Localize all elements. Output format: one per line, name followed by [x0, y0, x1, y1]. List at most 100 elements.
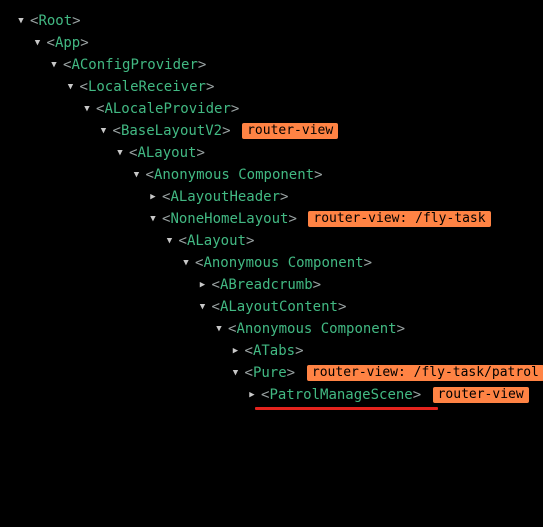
component-tag: <Anonymous Component>	[228, 318, 405, 340]
tree-node-alocaleprovider[interactable]: ▼ <ALocaleProvider>	[0, 98, 543, 120]
router-view-badge: router-view: /fly-task	[308, 211, 491, 227]
component-name: ABreadcrumb	[219, 277, 313, 293]
highlight-underline	[255, 407, 438, 410]
tag-close-bracket: >	[230, 101, 240, 117]
caret-right-icon[interactable]: ▶	[231, 340, 241, 362]
caret-right-icon[interactable]: ▶	[247, 384, 257, 406]
tag-close-bracket: >	[245, 233, 255, 249]
tag-close-bracket: >	[222, 123, 231, 139]
tag-close-bracket: >	[280, 189, 289, 205]
caret-right-icon[interactable]: ▶	[198, 274, 208, 296]
tag-open-bracket: <	[79, 79, 88, 95]
component-name: Anonymous Component	[203, 255, 364, 271]
tree-node-abreadcrumb[interactable]: ▶ <ABreadcrumb>	[0, 274, 543, 296]
component-tag: <ALayout>	[129, 142, 205, 164]
tree-node-alayout[interactable]: ▼ <ALayout>	[0, 230, 543, 252]
component-name: App	[54, 35, 81, 51]
caret-down-icon[interactable]: ▼	[231, 362, 241, 384]
tree-node-alayoutcontent[interactable]: ▼ <ALayoutContent>	[0, 296, 543, 318]
caret-down-icon[interactable]: ▼	[99, 120, 109, 142]
component-tag: <ABreadcrumb>	[212, 274, 322, 296]
tree-node-baselayoutv2[interactable]: ▼ <BaseLayoutV2> router-view	[0, 120, 543, 142]
tree-node-alayoutheader[interactable]: ▶ <ALayoutHeader>	[0, 186, 543, 208]
tag-close-bracket: >	[312, 277, 322, 293]
tag-open-bracket: <	[244, 343, 253, 359]
tree-node-patrolmanagescene[interactable]: ▶ <PatrolManageScene> router-view	[0, 384, 543, 406]
caret-down-icon[interactable]: ▼	[16, 10, 26, 32]
component-tag: <Anonymous Component>	[146, 164, 323, 186]
tree-node-anonymous-component[interactable]: ▼ <Anonymous Component>	[0, 252, 543, 274]
component-tag: <ALayoutHeader>	[162, 186, 288, 208]
component-name: ALayout	[137, 145, 197, 161]
router-view-badge: router-view	[432, 387, 529, 403]
caret-down-icon[interactable]: ▼	[66, 76, 76, 98]
tree-node-atabs[interactable]: ▶ <ATabs>	[0, 340, 543, 362]
component-name: PatrolManageScene	[269, 387, 413, 403]
component-name: Pure	[252, 365, 287, 381]
tag-close-bracket: >	[196, 145, 205, 161]
tag-close-bracket: >	[396, 321, 406, 337]
tag-close-bracket: >	[197, 57, 207, 73]
component-name: ALocaleProvider	[104, 101, 231, 117]
caret-down-icon[interactable]: ▼	[33, 32, 43, 54]
tag-close-bracket: >	[314, 167, 323, 183]
tag-close-bracket: >	[337, 299, 347, 315]
component-name: AConfigProvider	[71, 57, 198, 73]
tree-node-anonymous-component[interactable]: ▼ <Anonymous Component>	[0, 164, 543, 186]
component-name: Root	[38, 13, 73, 29]
tag-close-bracket: >	[295, 343, 304, 359]
tree-node-localereceiver[interactable]: ▼ <LocaleReceiver>	[0, 76, 543, 98]
component-tag: <Pure>	[245, 362, 296, 384]
component-name: Anonymous Component	[236, 321, 397, 337]
component-tag: <LocaleReceiver>	[80, 76, 215, 98]
caret-down-icon[interactable]: ▼	[82, 98, 92, 120]
component-tag: <App>	[47, 32, 89, 54]
caret-down-icon[interactable]: ▼	[198, 296, 208, 318]
component-tag: <Anonymous Component>	[195, 252, 372, 274]
router-view-badge: router-view	[242, 123, 339, 139]
component-tag: <BaseLayoutV2>	[113, 120, 231, 142]
caret-down-icon[interactable]: ▼	[115, 142, 125, 164]
tree-node-anonymous-component[interactable]: ▼ <Anonymous Component>	[0, 318, 543, 340]
tag-open-bracket: <	[211, 299, 220, 315]
component-name: ALayout	[186, 233, 246, 249]
component-name: BaseLayoutV2	[120, 123, 223, 139]
tree-node-alayout[interactable]: ▼ <ALayout>	[0, 142, 543, 164]
caret-down-icon[interactable]: ▼	[165, 230, 175, 252]
caret-down-icon[interactable]: ▼	[49, 54, 59, 76]
tag-open-bracket: <	[178, 233, 187, 249]
tag-close-bracket: >	[205, 79, 215, 95]
tree-node-aconfigprovider[interactable]: ▼ <AConfigProvider>	[0, 54, 543, 76]
component-tag: <Root>	[30, 10, 81, 32]
component-name: ALayoutHeader	[170, 189, 281, 205]
tag-open-bracket: <	[112, 123, 121, 139]
tag-open-bracket: <	[244, 365, 253, 381]
tree-node-root[interactable]: ▼ <Root>	[0, 10, 543, 32]
tag-open-bracket: <	[46, 35, 55, 51]
component-tag: <ATabs>	[245, 340, 304, 362]
tag-close-bracket: >	[286, 365, 296, 381]
tag-close-bracket: >	[288, 211, 297, 227]
component-tag: <ALayoutContent>	[212, 296, 347, 318]
router-view-badge: router-view: /fly-task/patrol	[306, 365, 543, 381]
caret-down-icon[interactable]: ▼	[148, 208, 158, 230]
component-tag: <ALayout>	[179, 230, 255, 252]
component-name: NoneHomeLayout	[170, 211, 289, 227]
tag-close-bracket: >	[412, 387, 422, 403]
caret-down-icon[interactable]: ▼	[181, 252, 191, 274]
component-tag: <ALocaleProvider>	[96, 98, 239, 120]
tree-node-pure[interactable]: ▼ <Pure> router-view: /fly-task/patrol	[0, 362, 543, 384]
tree-node-app[interactable]: ▼ <App>	[0, 32, 543, 54]
tag-close-bracket: >	[80, 35, 89, 51]
component-tag: <NoneHomeLayout>	[162, 208, 297, 230]
tree-node-nonehomelayout[interactable]: ▼ <NoneHomeLayout> router-view: /fly-task	[0, 208, 543, 230]
component-tag: <PatrolManageScene>	[261, 384, 421, 406]
caret-down-icon[interactable]: ▼	[132, 164, 142, 186]
component-name: ALayoutContent	[219, 299, 338, 315]
tag-close-bracket: >	[363, 255, 373, 271]
caret-down-icon[interactable]: ▼	[214, 318, 224, 340]
component-tree-panel: ▼ <Root> ▼ <App> ▼ <AConfigProvider> ▼ <LocaleR…	[0, 0, 543, 527]
component-name: Anonymous Component	[153, 167, 315, 183]
caret-right-icon[interactable]: ▶	[148, 186, 158, 208]
tag-close-bracket: >	[72, 13, 81, 29]
